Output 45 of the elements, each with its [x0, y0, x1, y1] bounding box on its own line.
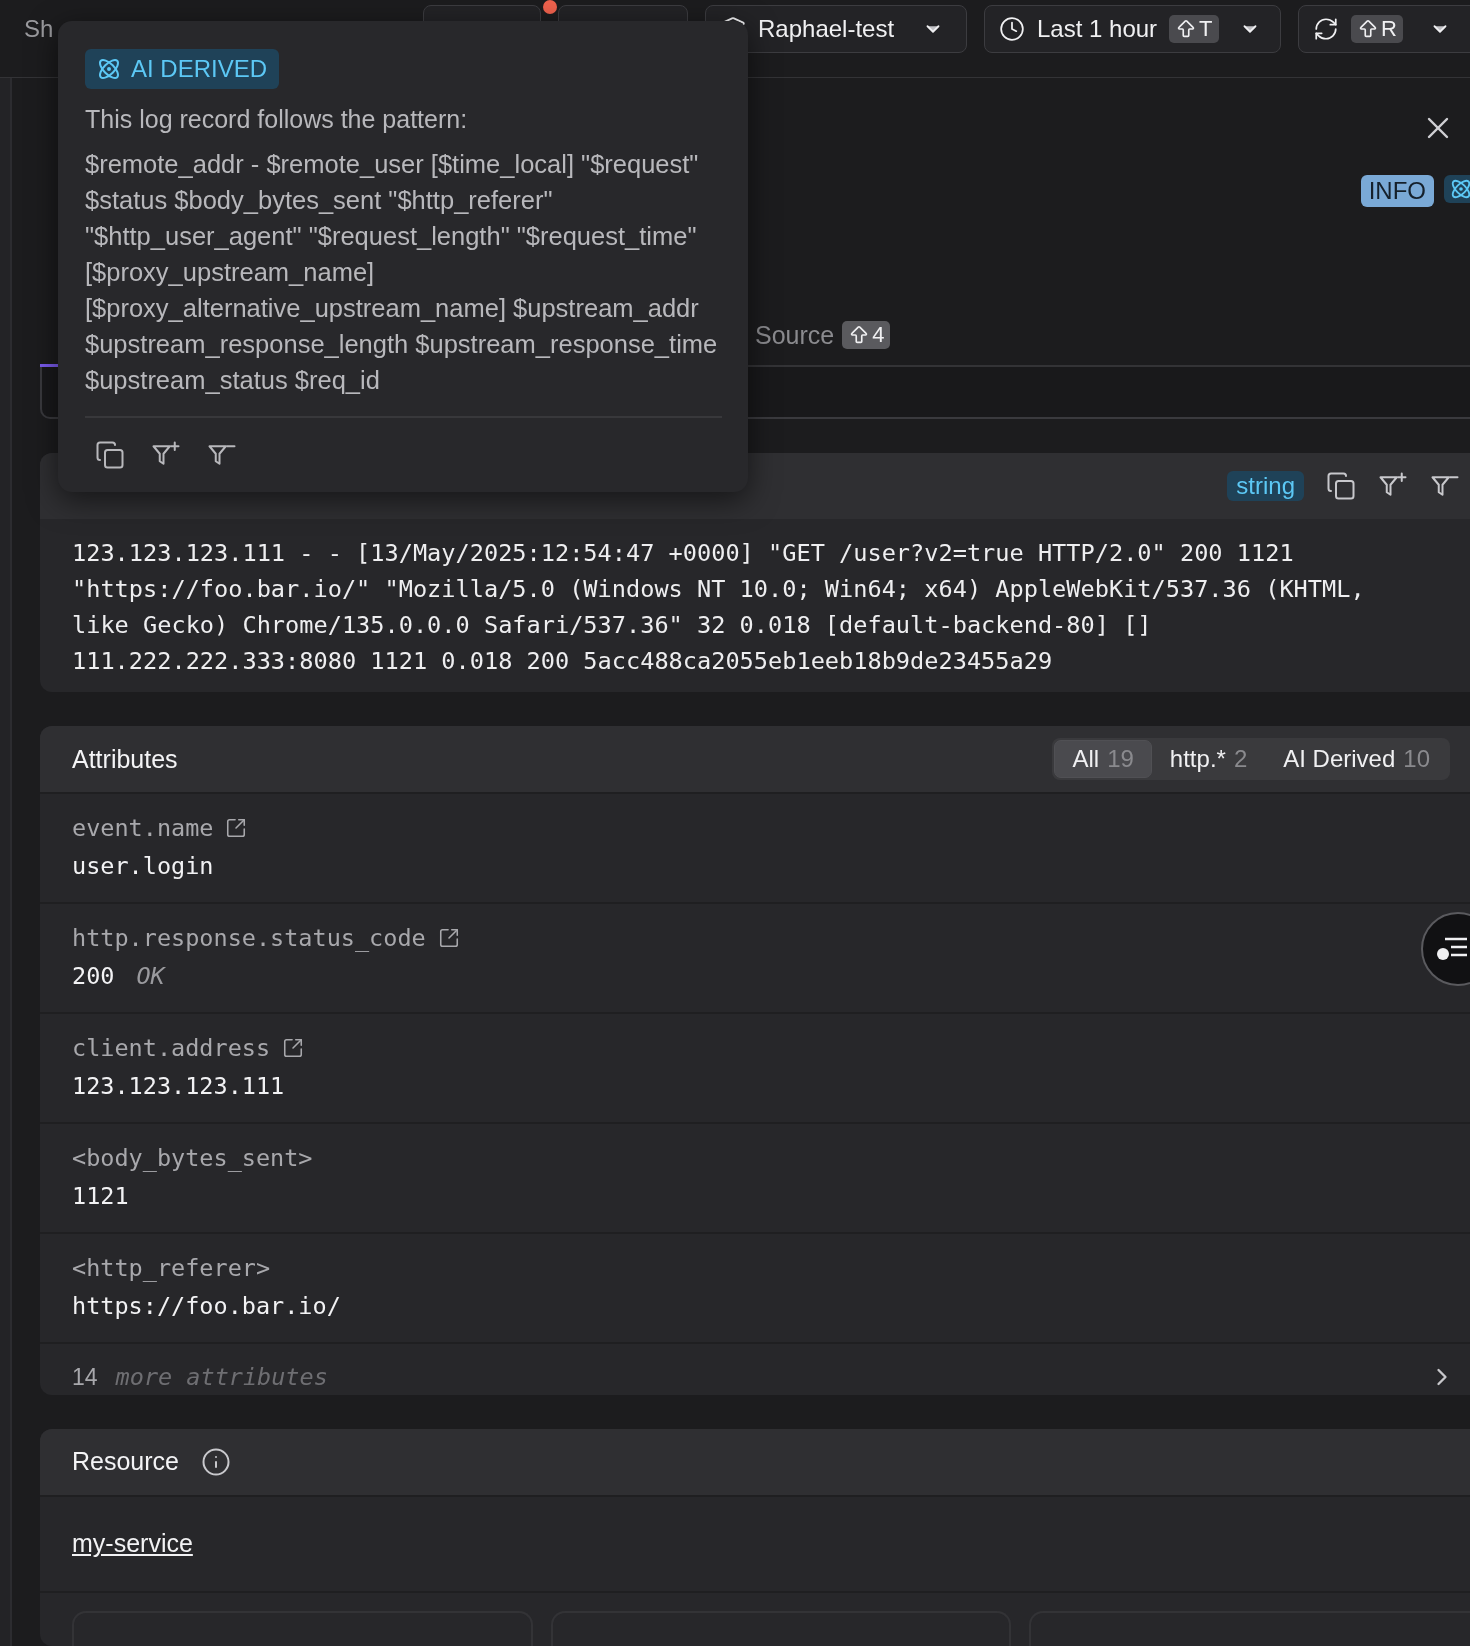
copy-button[interactable]: [95, 440, 125, 470]
shortcut-key: T: [1169, 15, 1219, 43]
more-attributes-button[interactable]: 14 more attributes: [40, 1342, 1470, 1395]
attribute-key: <http_referer>: [72, 1254, 271, 1282]
attribute-key: http.response.status_code: [72, 924, 426, 952]
external-link-icon[interactable]: [225, 817, 248, 839]
popover-intro: This log record follows the pattern:: [85, 105, 469, 134]
service-link[interactable]: my-service: [72, 1529, 193, 1559]
external-link-icon[interactable]: [282, 1037, 305, 1059]
status-note: OK: [136, 962, 165, 990]
attribute-value: 123.123.123.111: [72, 1072, 285, 1100]
attribute-value: 200: [72, 962, 115, 990]
section-title: Attributes: [72, 744, 178, 774]
shortcut-key: R: [1351, 15, 1403, 43]
atom-icon: [97, 57, 121, 81]
copy-icon: [1326, 471, 1356, 502]
filter-tab[interactable]: All 19: [1054, 740, 1152, 778]
ai-derived-badge: AI DERIVED: [85, 49, 280, 89]
refresh-icon: [1313, 16, 1339, 42]
type-badge: string: [1227, 471, 1304, 502]
log-pattern-text: $remote_addr - $remote_user [$time_local] "$request" $status $body_bytes_sent "$http_referer" "$http_user_agent" "$request_length" "$request_time" [$proxy_upstream_name] [$proxy_alternative_upstream_name] $upstream_addr $upstream_response_length $upstream_response_time $upstream_status $req_id: [85, 149, 719, 396]
external-link-icon[interactable]: [437, 927, 460, 949]
shift-icon: [1357, 18, 1379, 40]
status-text: Sh: [24, 15, 54, 43]
clock-icon: [999, 16, 1025, 42]
attribute-value: user.login: [72, 852, 214, 880]
shortcut-key: 4: [842, 321, 891, 350]
log-body-text: 123.123.123.111 - - [13/May/2025:12:54:47 +0000] "GET /user?v2=true HTTP/2.0" 200 1121 "https://foo.bar.io/" "Mozilla/5.0 (Windows NT 10.0; Win64; x64) AppleWebKit/537.36 (KHTML, like Gecko) Chrome/135.0.0.0 Safari/537.36" 32 0.018 [default-backend-80] [] 111.222.222.333:8080 1121 0.018 200 5acc488ca2055eb1eeb18b9de23455a29: [71, 538, 1366, 678]
copy-icon: [95, 440, 125, 470]
attribute-key: <body_bytes_sent>: [72, 1144, 313, 1172]
filter-tab[interactable]: http.* 2: [1151, 740, 1266, 778]
time-range-dropdown[interactable]: Last 1 hour T: [984, 5, 1281, 53]
refresh-button[interactable]: R: [1298, 5, 1470, 53]
attribute-value: 1121: [72, 1182, 129, 1210]
section-title: Resource: [72, 1447, 179, 1477]
info-icon[interactable]: [201, 1446, 231, 1477]
level-badge: INFO: [1360, 174, 1434, 207]
filter-tab[interactable]: AI Derived 10: [1265, 740, 1448, 778]
attribute-key: client.address: [72, 1034, 271, 1062]
attribute-value: https://foo.bar.io/: [72, 1292, 341, 1320]
copy-button[interactable]: [1326, 471, 1356, 502]
list-icon: [1435, 935, 1469, 963]
atom-icon: [1450, 177, 1470, 200]
tab[interactable]: Source 4: [755, 318, 891, 367]
attribute-key: event.name: [72, 814, 214, 842]
